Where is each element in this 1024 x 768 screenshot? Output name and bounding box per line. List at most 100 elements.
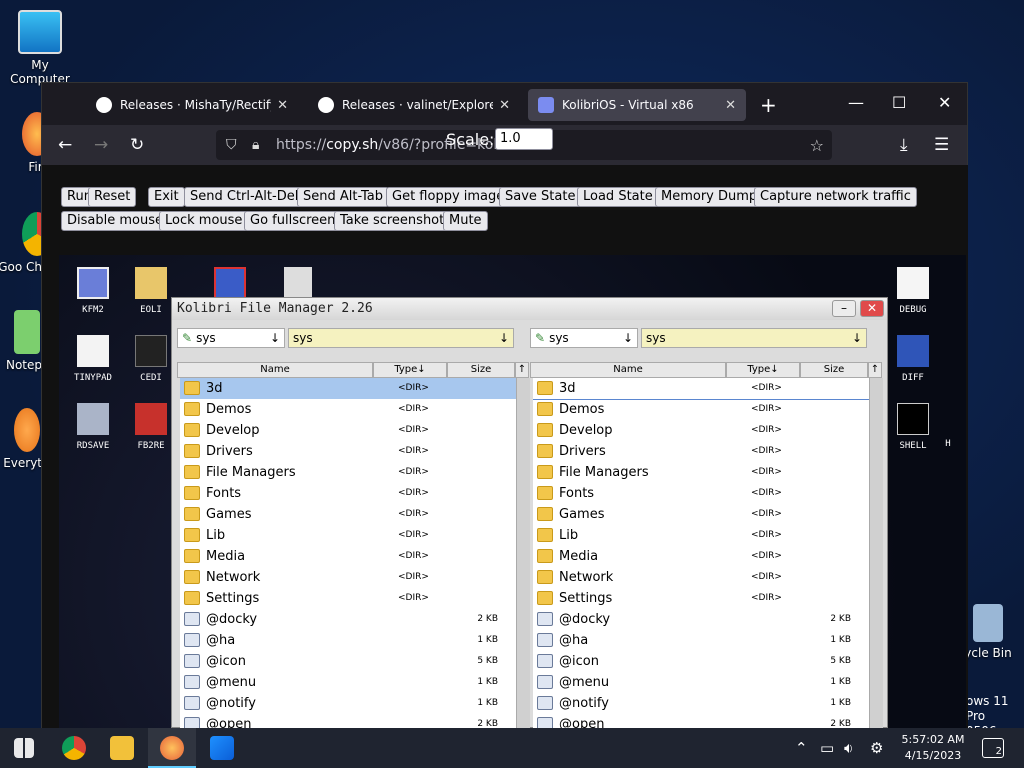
column-header-type[interactable]: Type↓ — [726, 362, 800, 378]
kolibri-icon-h[interactable]: H — [933, 439, 963, 449]
column-header-type[interactable]: Type↓ — [373, 362, 447, 378]
desktop-icon-everything[interactable]: Everyt — [0, 408, 42, 470]
exit-button[interactable]: Exit — [148, 187, 185, 207]
desktop-icon-notepad[interactable]: Notep — [0, 310, 42, 372]
path-field[interactable]: sys ↓ — [288, 328, 514, 348]
clock[interactable]: 5:57:02 AM 4/15/2023 — [900, 732, 966, 764]
windows-app-icon[interactable] — [210, 736, 234, 760]
file-row[interactable]: Fonts <DIR> — [180, 483, 516, 504]
download-icon[interactable]: ⤓ — [900, 135, 908, 155]
kolibri-icon-debug[interactable]: DEBUG — [881, 267, 945, 315]
file-row[interactable]: Games <DIR> — [533, 504, 869, 525]
file-row[interactable]: Develop <DIR> — [180, 420, 516, 441]
file-row[interactable]: @icon 5 KB — [533, 651, 869, 672]
file-row[interactable]: 3d <DIR> — [180, 378, 516, 399]
scroll-up-arrow[interactable]: ↑ — [515, 362, 529, 378]
file-row[interactable]: Develop <DIR> — [533, 420, 869, 441]
scrollbar[interactable] — [516, 378, 530, 730]
volume-icon[interactable]: 🔉︎ — [844, 739, 853, 757]
reset-button[interactable]: Reset — [88, 187, 137, 207]
take-screenshot-button[interactable]: Take screenshot — [334, 211, 451, 231]
close-icon[interactable]: ✕ — [499, 98, 510, 113]
disable-mouse-button[interactable]: Disable mouse — [61, 211, 169, 231]
file-row[interactable]: Fonts <DIR> — [533, 483, 869, 504]
file-row[interactable]: Demos <DIR> — [533, 399, 869, 420]
back-button[interactable]: ← — [58, 135, 72, 155]
file-row[interactable]: @menu 1 KB — [180, 672, 516, 693]
close-button[interactable]: ✕ — [860, 300, 884, 317]
drive-select[interactable]: ✎ sys ↓ — [177, 328, 285, 348]
file-row[interactable]: Drivers <DIR> — [180, 441, 516, 462]
file-row[interactable]: Settings <DIR> — [533, 588, 869, 609]
column-header-name[interactable]: Name — [177, 362, 373, 378]
close-icon[interactable]: ✕ — [725, 98, 736, 113]
bookmark-star-icon[interactable]: ☆ — [810, 136, 824, 155]
tab-explorerpatcher[interactable]: Releases · valinet/ExplorerPatch ✕ — [308, 89, 520, 121]
minimize-button[interactable]: — — [848, 93, 864, 112]
go-fullscreen-button[interactable]: Go fullscreen — [244, 211, 342, 231]
mute-button[interactable]: Mute — [443, 211, 488, 231]
tab-rectify11[interactable]: Releases · MishaTy/Rectify11Ins ✕ — [86, 89, 298, 121]
network-icon[interactable]: ▭ — [820, 739, 834, 757]
kolibri-icon-eolite[interactable]: EOLI — [129, 267, 173, 315]
path-field[interactable]: sys ↓ — [641, 328, 867, 348]
send-alt-tab-button[interactable]: Send Alt-Tab — [297, 187, 389, 207]
file-row[interactable]: Network <DIR> — [180, 567, 516, 588]
kolibri-icon-rdsave[interactable]: RDSAVE — [61, 403, 125, 451]
file-row[interactable]: @menu 1 KB — [533, 672, 869, 693]
file-row[interactable]: Media <DIR> — [533, 546, 869, 567]
file-row[interactable]: 3d <DIR> — [533, 378, 869, 400]
kolibri-icon-tinypad[interactable]: TINYPAD — [61, 335, 125, 383]
load-state-button[interactable]: Load State — [577, 187, 659, 207]
notification-center-icon[interactable]: 2 — [982, 738, 1004, 758]
close-icon[interactable]: ✕ — [277, 98, 288, 113]
file-row[interactable]: Drivers <DIR> — [533, 441, 869, 462]
column-header-size[interactable]: Size — [447, 362, 515, 378]
file-row[interactable]: @docky 2 KB — [533, 609, 869, 630]
kolibri-icon-chip[interactable] — [214, 267, 246, 299]
start-icon[interactable] — [14, 738, 34, 758]
kolibri-icon-cedit[interactable]: CEDI — [129, 335, 173, 383]
file-row[interactable]: @notify 1 KB — [180, 693, 516, 714]
file-row[interactable]: Network <DIR> — [533, 567, 869, 588]
minimize-button[interactable]: – — [832, 300, 856, 317]
tab-kolibrios[interactable]: KolibriOS - Virtual x86 ✕ — [528, 89, 746, 121]
lock-mouse-button[interactable]: Lock mouse — [159, 211, 249, 231]
file-row[interactable]: Games <DIR> — [180, 504, 516, 525]
column-header-name[interactable]: Name — [530, 362, 726, 378]
reload-button[interactable]: ↻ — [130, 135, 144, 155]
file-row[interactable]: Demos <DIR> — [180, 399, 516, 420]
new-tab-button[interactable]: + — [760, 93, 777, 117]
forward-button[interactable]: → — [94, 135, 108, 155]
chrome-icon[interactable] — [62, 736, 86, 760]
scrollbar[interactable] — [869, 378, 883, 730]
file-row[interactable]: File Managers <DIR> — [533, 462, 869, 483]
file-row[interactable]: File Managers <DIR> — [180, 462, 516, 483]
file-row[interactable]: @notify 1 KB — [533, 693, 869, 714]
file-row[interactable]: @ha 1 KB — [180, 630, 516, 651]
file-row[interactable]: Settings <DIR> — [180, 588, 516, 609]
column-header-size[interactable]: Size — [800, 362, 868, 378]
file-row[interactable]: @docky 2 KB — [180, 609, 516, 630]
file-row[interactable]: @icon 5 KB — [180, 651, 516, 672]
menu-icon[interactable]: ☰ — [934, 135, 949, 155]
capture-network-traffic-button[interactable]: Capture network traffic — [754, 187, 917, 207]
memory-dump-button[interactable]: Memory Dump — [655, 187, 764, 207]
drive-select[interactable]: ✎ sys ↓ — [530, 328, 638, 348]
maximize-button[interactable]: ☐ — [892, 93, 906, 112]
file-row[interactable]: Lib <DIR> — [180, 525, 516, 546]
scroll-up-arrow[interactable]: ↑ — [868, 362, 882, 378]
kolibri-icon-fb2read[interactable]: FB2RE — [129, 403, 173, 451]
file-row[interactable]: Lib <DIR> — [533, 525, 869, 546]
settings-gear-icon[interactable]: ⚙ — [870, 739, 883, 757]
file-row[interactable]: Media <DIR> — [180, 546, 516, 567]
send-ctrl-alt-del-button[interactable]: Send Ctrl-Alt-Del — [184, 187, 305, 207]
kolibri-icon-kfm2[interactable]: KFM2 — [61, 267, 125, 315]
scale-input[interactable]: 1.0 — [495, 128, 553, 150]
close-window-button[interactable]: ✕ — [938, 93, 951, 112]
save-state-button[interactable]: Save State — [499, 187, 582, 207]
file-row[interactable]: @ha 1 KB — [533, 630, 869, 651]
calculator-icon[interactable] — [284, 267, 312, 299]
chevron-up-icon[interactable]: ⌃ — [795, 739, 808, 757]
get-floppy-image-button[interactable]: Get floppy image — [386, 187, 511, 207]
